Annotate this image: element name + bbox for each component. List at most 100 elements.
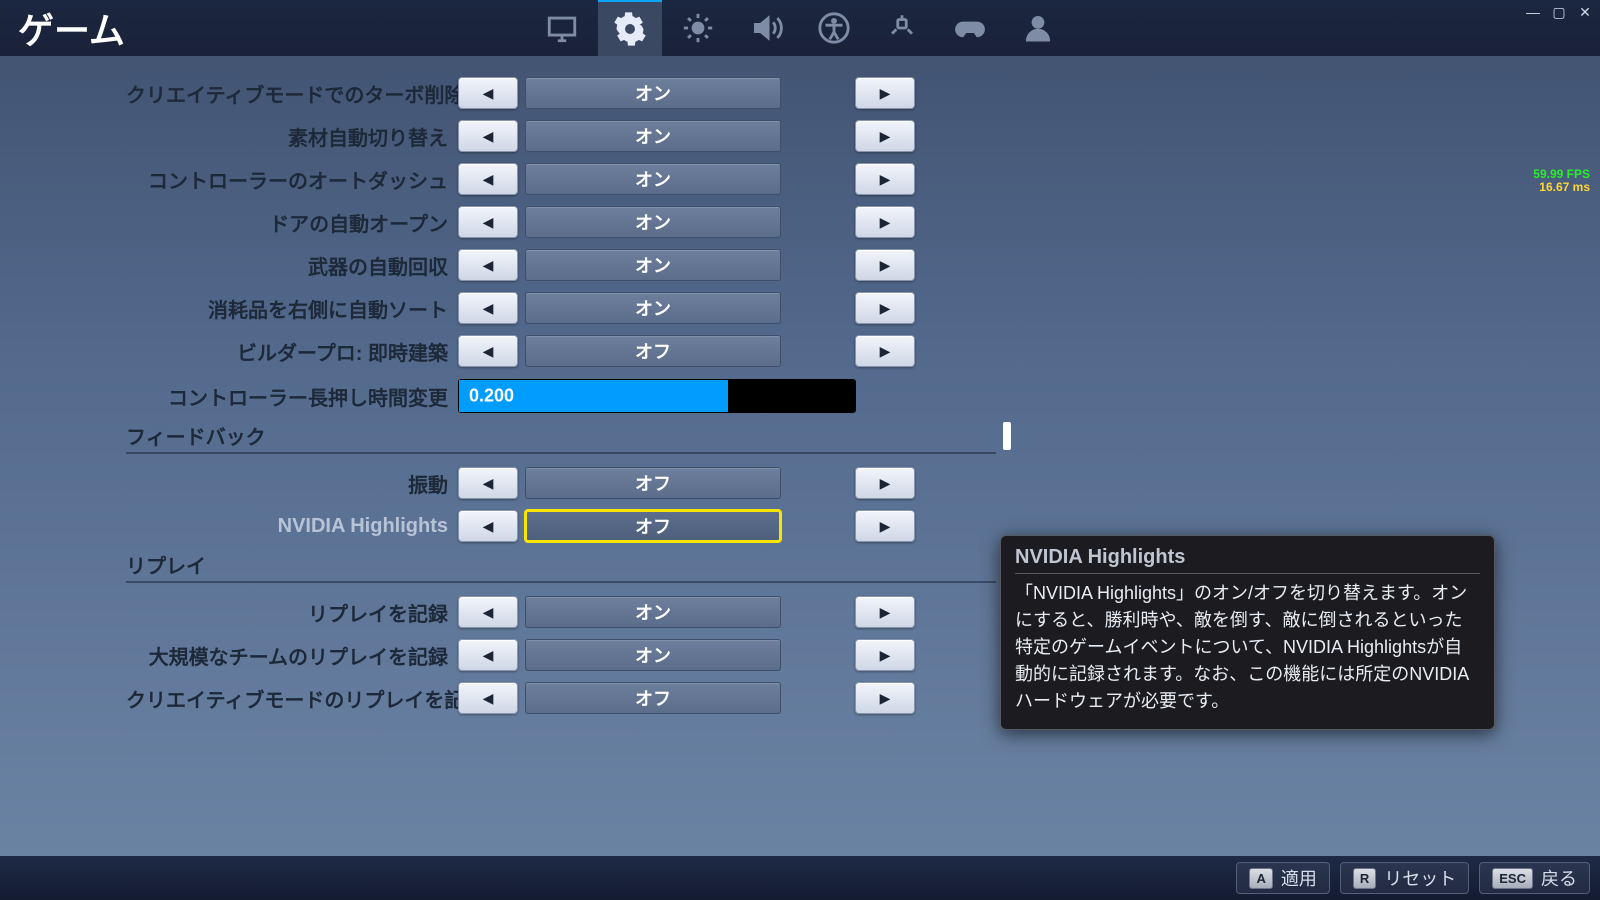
setting-value[interactable]: オフ	[525, 335, 781, 367]
setting-value[interactable]: オン	[525, 120, 781, 152]
frametime-readout: 16.67 ms	[1533, 181, 1590, 194]
setting-row: 素材自動切り替え ◀ オン ▶	[126, 117, 996, 155]
next-arrow-button[interactable]: ▶	[855, 467, 915, 499]
setting-label: 素材自動切り替え	[126, 122, 458, 151]
section-divider	[126, 452, 996, 454]
prev-arrow-button[interactable]: ◀	[458, 77, 518, 109]
tooltip-body: 「NVIDIA Highlights」のオン/オフを切り替えます。オンにすると、…	[1015, 580, 1480, 715]
window-minimize-icon[interactable]: —	[1524, 4, 1542, 21]
prev-arrow-button[interactable]: ◀	[458, 596, 518, 628]
hold-time-slider[interactable]: 0.200	[458, 379, 856, 413]
back-button[interactable]: ESC 戻る	[1479, 862, 1590, 894]
next-arrow-button[interactable]: ▶	[855, 120, 915, 152]
settings-list: クリエイティブモードでのターボ削除 ◀ オン ▶ 素材自動切り替え ◀ オン ▶…	[126, 74, 996, 722]
setting-row: 消耗品を右側に自動ソート ◀ オン ▶	[126, 289, 996, 327]
setting-label: ビルダープロ: 即時建築	[126, 337, 458, 366]
setting-row: 振動 ◀ オフ ▶	[126, 464, 996, 502]
next-arrow-button[interactable]: ▶	[855, 510, 915, 542]
prev-arrow-button[interactable]: ◀	[458, 120, 518, 152]
prev-arrow-button[interactable]: ◀	[458, 467, 518, 499]
tab-controller[interactable]	[938, 0, 1002, 56]
window-close-icon[interactable]: ✕	[1576, 4, 1594, 21]
setting-row: ドアの自動オープン ◀ オン ▶	[126, 203, 996, 241]
next-arrow-button[interactable]: ▶	[855, 292, 915, 324]
settings-tabs	[530, 0, 1070, 56]
setting-value[interactable]: オン	[525, 77, 781, 109]
tab-video[interactable]	[530, 0, 594, 56]
setting-label: 武器の自動回収	[126, 251, 458, 280]
key-hint: A	[1249, 868, 1272, 889]
setting-row: クリエイティブモードでのターボ削除 ◀ オン ▶	[126, 74, 996, 112]
setting-row: ビルダープロ: 即時建築 ◀ オフ ▶	[126, 332, 996, 370]
apply-button[interactable]: A 適用	[1236, 862, 1329, 894]
tab-account[interactable]	[1006, 0, 1070, 56]
setting-value[interactable]: オン	[525, 163, 781, 195]
next-arrow-button[interactable]: ▶	[855, 77, 915, 109]
tab-audio[interactable]	[734, 0, 798, 56]
prev-arrow-button[interactable]: ◀	[458, 206, 518, 238]
tab-game[interactable]	[598, 0, 662, 56]
next-arrow-button[interactable]: ▶	[855, 596, 915, 628]
setting-label: コントローラー長押し時間変更	[126, 382, 458, 411]
prev-arrow-button[interactable]: ◀	[458, 163, 518, 195]
next-arrow-button[interactable]: ▶	[855, 639, 915, 671]
setting-label: ドアの自動オープン	[126, 208, 458, 237]
setting-row: 大規模なチームのリプレイを記録 ◀ オン ▶	[126, 636, 996, 674]
setting-label: コントローラーのオートダッシュ	[126, 165, 458, 194]
tooltip-title: NVIDIA Highlights	[1015, 546, 1480, 574]
button-label: 適用	[1281, 865, 1317, 891]
key-hint: R	[1353, 868, 1376, 889]
setting-value[interactable]: オン	[525, 292, 781, 324]
setting-label: 消耗品を右側に自動ソート	[126, 294, 458, 323]
setting-label: クリエイティブモードのリプレイを記録	[126, 684, 458, 713]
key-hint: ESC	[1492, 868, 1533, 889]
next-arrow-button[interactable]: ▶	[855, 335, 915, 367]
setting-row-nvidia-highlights: NVIDIA Highlights ◀ オフ ▶	[126, 507, 996, 545]
prev-arrow-button[interactable]: ◀	[458, 682, 518, 714]
next-arrow-button[interactable]: ▶	[855, 206, 915, 238]
setting-slider-row: コントローラー長押し時間変更 0.200	[126, 375, 996, 417]
button-label: リセット	[1384, 865, 1456, 891]
setting-value[interactable]: オン	[525, 596, 781, 628]
setting-label: 振動	[126, 469, 458, 498]
tab-accessibility[interactable]	[802, 0, 866, 56]
reset-button[interactable]: R リセット	[1340, 862, 1469, 894]
section-feedback: フィードバック	[126, 421, 996, 454]
next-arrow-button[interactable]: ▶	[855, 249, 915, 281]
setting-label: 大規模なチームのリプレイを記録	[126, 641, 458, 670]
prev-arrow-button[interactable]: ◀	[458, 335, 518, 367]
setting-label: クリエイティブモードでのターボ削除	[126, 79, 458, 108]
setting-value[interactable]: オフ	[525, 510, 781, 542]
prev-arrow-button[interactable]: ◀	[458, 292, 518, 324]
prev-arrow-button[interactable]: ◀	[458, 639, 518, 671]
setting-row: リプレイを記録 ◀ オン ▶	[126, 593, 996, 631]
selection-tick	[1003, 422, 1011, 450]
slider-value: 0.200	[469, 386, 514, 407]
section-replay: リプレイ	[126, 550, 996, 583]
footer-bar: A 適用 R リセット ESC 戻る	[0, 856, 1600, 900]
tooltip-nvidia-highlights: NVIDIA Highlights 「NVIDIA Highlights」のオン…	[1000, 535, 1495, 730]
section-divider	[126, 581, 996, 583]
tab-input[interactable]	[870, 0, 934, 56]
setting-row: クリエイティブモードのリプレイを記録 ◀ オフ ▶	[126, 679, 996, 717]
tab-brightness[interactable]	[666, 0, 730, 56]
settings-topbar: ゲーム — ▢ ✕	[0, 0, 1600, 56]
setting-label: リプレイを記録	[126, 598, 458, 627]
prev-arrow-button[interactable]: ◀	[458, 249, 518, 281]
performance-overlay: 59.99 FPS 16.67 ms	[1533, 168, 1590, 194]
window-controls: — ▢ ✕	[1524, 4, 1594, 21]
setting-value[interactable]: オフ	[525, 467, 781, 499]
section-title: リプレイ	[126, 550, 996, 579]
setting-value[interactable]: オフ	[525, 682, 781, 714]
setting-value[interactable]: オン	[525, 639, 781, 671]
setting-label: NVIDIA Highlights	[126, 515, 458, 538]
page-title: ゲーム	[18, 2, 125, 54]
setting-row: コントローラーのオートダッシュ ◀ オン ▶	[126, 160, 996, 198]
setting-value[interactable]: オン	[525, 206, 781, 238]
setting-value[interactable]: オン	[525, 249, 781, 281]
button-label: 戻る	[1541, 865, 1577, 891]
next-arrow-button[interactable]: ▶	[855, 682, 915, 714]
next-arrow-button[interactable]: ▶	[855, 163, 915, 195]
prev-arrow-button[interactable]: ◀	[458, 510, 518, 542]
window-maximize-icon[interactable]: ▢	[1550, 4, 1568, 21]
